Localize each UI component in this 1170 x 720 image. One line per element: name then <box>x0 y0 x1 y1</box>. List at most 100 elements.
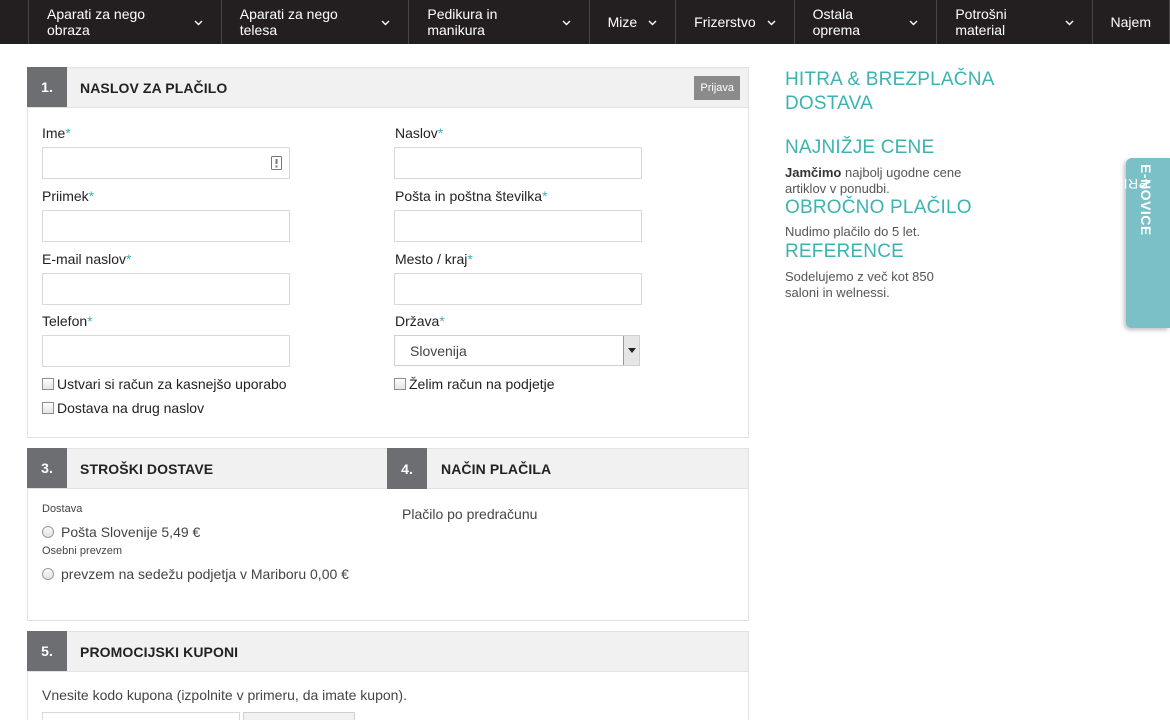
create-account-row[interactable]: Ustvari si račun za kasnejšo uporabo <box>42 376 287 392</box>
create-account-checkbox[interactable] <box>42 378 54 390</box>
nav-item-label: Aparati za nego obraza <box>47 6 146 38</box>
phone-label: Telefon* <box>42 313 93 329</box>
nav-item-potrosni-material[interactable]: Potrošni material <box>937 0 1093 44</box>
coupon-code-input[interactable] <box>42 712 240 720</box>
nav-item-label: Mize <box>607 14 638 30</box>
nav-item-label: Ostala oprema <box>812 6 861 38</box>
other-address-row[interactable]: Dostava na drug naslov <box>42 400 204 416</box>
newsletter-label-prefix: PRIJAVA NA <box>1064 176 1148 192</box>
email-input[interactable] <box>42 273 290 305</box>
first-name-label: Ime* <box>42 125 71 141</box>
chevron-down-icon <box>767 18 776 27</box>
company-invoice-label: Želim račun na podjetje <box>409 376 555 392</box>
chevron-down-icon <box>648 18 657 27</box>
address-input[interactable] <box>394 147 642 179</box>
label-text: Pošta in poštna številka <box>395 188 543 204</box>
nav-item-label: Aparati za nego telesa <box>239 6 338 38</box>
label-text: Mesto / kraj <box>395 251 468 267</box>
shipping-option-post[interactable]: Pošta Slovenije 5,49 € <box>42 524 200 540</box>
chevron-down-icon <box>381 18 390 27</box>
autofill-key-icon[interactable] <box>271 156 282 170</box>
label-text: E-mail naslov <box>42 251 127 267</box>
country-select[interactable]: Slovenija <box>394 335 640 366</box>
country-label: Država* <box>395 313 445 329</box>
payment-method-text: Plačilo po predračunu <box>402 506 538 522</box>
nav-item-label: Najem <box>1110 14 1151 30</box>
shipping-option-label: Pošta Slovenije 5,49 € <box>61 524 201 540</box>
postal-input[interactable] <box>394 210 642 242</box>
sidebar-heading-installments: OBROČNO PLAČILO <box>785 197 972 218</box>
step-number: 5. <box>27 631 67 671</box>
required-mark: * <box>467 251 473 267</box>
nav-item-label: Frizerstvo <box>694 14 756 30</box>
other-address-label: Dostava na drug naslov <box>57 400 205 416</box>
panel-title: NAČIN PLAČILA <box>441 461 552 477</box>
create-account-label: Ustvari si račun za kasnejšo uporabo <box>57 376 287 392</box>
sidebar-heading-delivery: HITRA & BREZPLAČNA DOSTAVA <box>785 69 994 114</box>
sidebar-heading-references: REFERENCE <box>785 241 904 262</box>
nav-item-mize[interactable]: Mize <box>590 0 677 44</box>
label-text: Ime <box>42 125 66 141</box>
required-mark: * <box>88 188 95 204</box>
city-label: Mesto / kraj* <box>395 251 473 267</box>
label-text: Država <box>395 313 440 329</box>
step-number: 3. <box>27 448 67 488</box>
step-number: 1. <box>27 67 67 107</box>
coupons-panel: 5. PROMOCIJSKI KUPONI <box>27 631 749 720</box>
panel-header: 5. PROMOCIJSKI KUPONI <box>27 631 748 672</box>
chevron-down-icon <box>562 18 571 27</box>
chevron-down-icon <box>909 18 918 27</box>
nav-item-label: Potrošni material <box>955 6 1007 38</box>
company-invoice-row[interactable]: Želim račun na podjetje <box>394 376 555 392</box>
nav-item-frizerstvo[interactable]: Frizerstvo <box>676 0 795 44</box>
nav-item-aparati-telesa[interactable]: Aparati za nego telesa <box>222 0 410 44</box>
email-label: E-mail naslov* <box>42 251 131 267</box>
label-text: Priimek <box>42 188 89 204</box>
nav-item-aparati-obraz[interactable]: Aparati za nego obraza <box>29 0 222 44</box>
company-invoice-checkbox[interactable] <box>394 378 406 390</box>
panel-title: PROMOCIJSKI KUPONI <box>80 643 239 660</box>
last-name-label: Priimek* <box>42 188 94 204</box>
phone-input[interactable] <box>42 335 290 367</box>
nav-item-ostala-oprema[interactable]: Ostala oprema <box>795 0 938 44</box>
newsletter-signup-tab[interactable]: PRIJAVA NA E-NOVICE <box>1064 158 1170 328</box>
panel-title: STROŠKI DOSTAVE <box>80 460 214 477</box>
sidebar-text-references: Sodelujemo z več kot 850 saloni in welne… <box>785 269 934 300</box>
last-name-input[interactable] <box>42 210 290 242</box>
coupon-apply-button[interactable] <box>243 712 355 720</box>
panel-header: 1. NASLOV ZA PLAČILO Prijava <box>27 67 748 108</box>
other-address-checkbox[interactable] <box>42 402 54 414</box>
sidebar-heading-prices: NAJNIŽJE CENE <box>785 137 935 158</box>
required-mark: * <box>126 251 132 267</box>
nav-item-pedikura[interactable]: Pedikura in manikura <box>409 0 590 44</box>
delivery-group-label: Dostava <box>42 503 83 515</box>
radio-button[interactable] <box>42 568 54 580</box>
step-number: 4. <box>387 448 427 489</box>
chevron-down-icon <box>1065 18 1074 27</box>
main-navigation: Aparati za nego obraza Aparati za nego t… <box>0 0 1170 44</box>
sidebar-text-prices: Jamčimo najbolj ugodne cene artiklov v p… <box>785 165 975 197</box>
nav-item-label: Pedikura in manikura <box>427 6 498 38</box>
first-name-input[interactable] <box>42 147 290 179</box>
label-text: Naslov <box>395 125 438 141</box>
sidebar-text-bold: Jamčimo <box>785 165 842 180</box>
login-button[interactable]: Prijava <box>694 76 740 100</box>
label-text: Telefon <box>42 313 88 329</box>
newsletter-label-bold: E-NOVICE <box>1138 164 1154 236</box>
city-input[interactable] <box>394 273 642 305</box>
address-label: Naslov* <box>395 125 443 141</box>
required-mark: * <box>437 125 444 141</box>
shipping-option-pickup[interactable]: prevzem na sedežu podjetja v Mariboru 0,… <box>42 566 349 582</box>
sidebar-text-installments: Nudimo plačilo do 5 let. <box>785 224 921 239</box>
postal-label: Pošta in poštna številka* <box>395 188 548 204</box>
radio-button[interactable] <box>42 526 54 538</box>
pickup-group-label: Osebni prevzem <box>42 545 123 557</box>
panel-title: NASLOV ZA PLAČILO <box>80 79 228 96</box>
nav-item-najem[interactable]: Najem <box>1093 0 1170 44</box>
country-selected-value: Slovenija <box>410 342 467 359</box>
coupon-hint: Vnesite kodo kupona (izpolnite v primeru… <box>42 687 407 703</box>
required-mark: * <box>87 313 93 329</box>
newsletter-tab-label: PRIJAVA NA E-NOVICE <box>1064 164 1154 236</box>
required-mark: * <box>65 125 71 141</box>
dropdown-arrow-icon[interactable] <box>623 336 639 365</box>
